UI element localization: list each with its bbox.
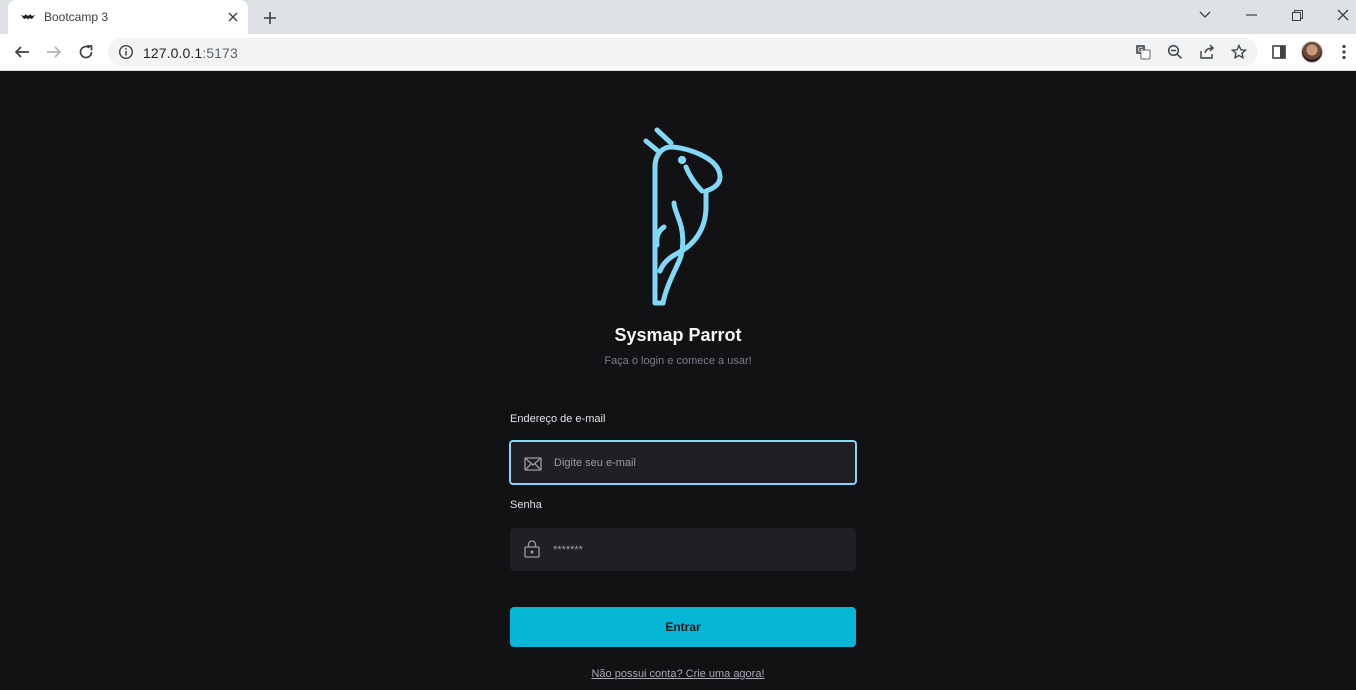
restore-icon[interactable] xyxy=(1274,0,1320,30)
browser-tab-strip: Bootcamp 3 xyxy=(0,0,1356,34)
tab-title: Bootcamp 3 xyxy=(44,10,109,24)
email-field[interactable] xyxy=(554,442,844,483)
browser-tab[interactable]: Bootcamp 3 xyxy=(8,0,248,34)
share-icon[interactable] xyxy=(1198,43,1216,61)
submit-button[interactable]: Entrar xyxy=(510,607,856,647)
forward-icon[interactable] xyxy=(41,39,67,65)
bat-icon xyxy=(21,14,35,20)
envelope-icon xyxy=(524,457,542,471)
sidepanel-icon[interactable] xyxy=(1267,40,1291,64)
back-icon[interactable] xyxy=(9,39,35,65)
new-tab-icon[interactable] xyxy=(258,6,282,30)
signup-link-text[interactable]: Não possui conta? Crie uma agora! xyxy=(591,668,764,680)
tab-search-icon[interactable] xyxy=(1182,0,1228,30)
reload-icon[interactable] xyxy=(73,39,99,65)
star-icon[interactable] xyxy=(1230,43,1248,61)
address-bar[interactable]: 127.0.0.1:5173 G xyxy=(108,38,1258,66)
app-title: Sysmap Parrot xyxy=(614,325,742,345)
zoom-icon[interactable] xyxy=(1166,43,1184,61)
kebab-menu-icon[interactable] xyxy=(1332,40,1356,64)
browser-toolbar: 127.0.0.1:5173 G xyxy=(0,34,1356,71)
password-field-container[interactable] xyxy=(510,528,856,571)
login-page: Sysmap Parrot Faça o login e comece a us… xyxy=(0,71,1356,690)
password-label: Senha xyxy=(510,499,542,511)
lock-icon xyxy=(524,540,540,558)
signup-link: Não possui conta? Crie uma agora! xyxy=(0,668,1356,680)
url-text[interactable]: 127.0.0.1:5173 xyxy=(143,45,238,61)
avatar[interactable] xyxy=(1301,41,1323,63)
close-tab-icon[interactable] xyxy=(225,9,241,25)
svg-text:G: G xyxy=(1138,46,1143,54)
app-subtitle: Faça o login e comece a usar! xyxy=(604,355,752,367)
email-label: Endereço de e-mail xyxy=(510,413,606,425)
translate-icon[interactable]: G xyxy=(1134,43,1152,61)
email-field-container[interactable] xyxy=(509,440,857,485)
minimize-icon[interactable] xyxy=(1228,0,1274,30)
info-icon[interactable] xyxy=(118,44,134,60)
password-field[interactable] xyxy=(553,528,843,571)
parrot-logo-icon xyxy=(643,127,723,306)
close-window-icon[interactable] xyxy=(1320,0,1356,30)
